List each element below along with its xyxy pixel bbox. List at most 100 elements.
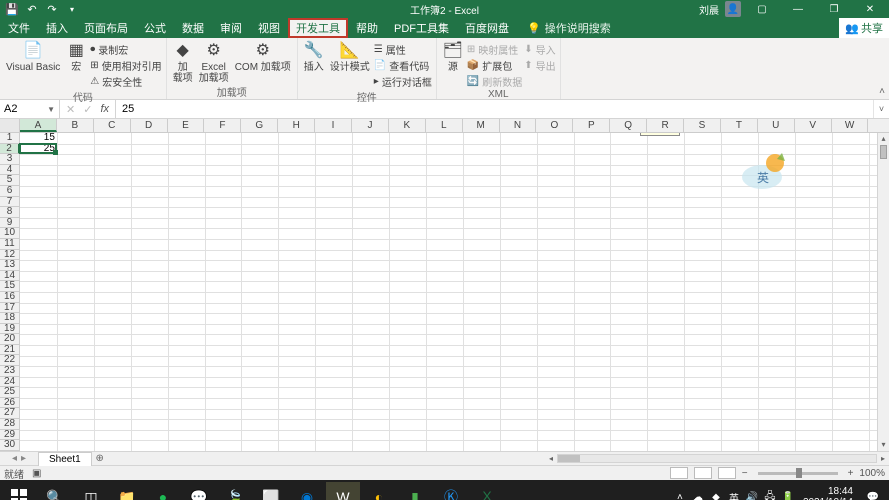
zoom-slider-thumb[interactable] [796, 468, 802, 478]
tab-help[interactable]: 帮助 [348, 18, 386, 38]
use-relative-refs-button[interactable]: ⊞使用相对引用 [90, 58, 161, 73]
column-header-U[interactable]: U [758, 119, 795, 132]
tab-formulas[interactable]: 公式 [136, 18, 174, 38]
tray-network-icon[interactable]: 🖧 [763, 490, 777, 500]
minimize-icon[interactable]: — [783, 0, 813, 18]
tab-view[interactable]: 视图 [250, 18, 288, 38]
column-header-S[interactable]: S [684, 119, 721, 132]
tab-review[interactable]: 审阅 [212, 18, 250, 38]
properties-button[interactable]: ☰属性 [374, 42, 432, 57]
ribbon-display-options-icon[interactable]: ▢ [747, 0, 777, 18]
vscroll-thumb[interactable] [880, 145, 887, 159]
sheet-nav[interactable]: ◂▸ [0, 453, 38, 464]
expansion-packs-button[interactable]: 📦扩展包 [467, 58, 522, 73]
insert-function-icon[interactable]: fx [100, 103, 109, 115]
design-mode-button[interactable]: 📐 设计模式 [328, 40, 372, 73]
tab-developer[interactable]: 开发工具 [288, 18, 348, 38]
close-icon[interactable]: ✕ [855, 0, 885, 18]
sheet-tab-sheet1[interactable]: Sheet1 [38, 452, 92, 466]
qat-customize-icon[interactable]: ▾ [66, 3, 78, 15]
excel-taskbar-icon[interactable]: X [470, 482, 504, 500]
edge-icon[interactable]: ◉ [290, 482, 324, 500]
undo-icon[interactable]: ↶ [26, 3, 38, 15]
column-header-B[interactable]: B [57, 119, 94, 132]
taskbar-app-3[interactable]: 🍃 [218, 482, 252, 500]
select-all-button[interactable] [0, 119, 20, 132]
expand-formula-bar-icon[interactable]: ˅ [873, 100, 889, 118]
search-icon[interactable]: 🔍 [38, 482, 72, 500]
row-header-1[interactable]: 1 [0, 133, 20, 144]
macros-button[interactable]: ▦ 宏 [64, 40, 88, 73]
start-button[interactable] [2, 482, 36, 500]
taskbar-app-7[interactable]: ▮ [398, 482, 432, 500]
view-code-button[interactable]: 📄查看代码 [374, 58, 432, 73]
visual-basic-button[interactable]: 📄 Visual Basic [4, 40, 62, 73]
column-header-J[interactable]: J [352, 119, 389, 132]
taskbar-app-8[interactable]: Ⓚ [434, 482, 468, 500]
tray-ime-icon[interactable]: 英 [727, 490, 741, 500]
tab-baidu-pan[interactable]: 百度网盘 [457, 18, 517, 38]
taskbar-app-4[interactable]: ⬜ [254, 482, 288, 500]
taskbar-app-6[interactable]: ◐ [362, 482, 396, 500]
hscroll-track[interactable] [557, 454, 877, 463]
record-macro-button[interactable]: ⏺录制宏 [90, 42, 161, 57]
hscroll-thumb[interactable] [558, 455, 580, 462]
column-header-M[interactable]: M [463, 119, 500, 132]
restore-icon[interactable]: ❐ [819, 0, 849, 18]
column-header-H[interactable]: H [278, 119, 315, 132]
share-button[interactable]: 👥 共享 [839, 18, 889, 38]
action-center-icon[interactable]: 💬 [861, 483, 885, 500]
xml-source-button[interactable]: 🗂 源 [441, 40, 465, 73]
normal-view-icon[interactable] [670, 467, 688, 479]
user-name[interactable]: 刘晨 [699, 2, 719, 17]
zoom-percentage[interactable]: 100% [859, 468, 885, 479]
column-header-E[interactable]: E [168, 119, 205, 132]
taskbar-app-5[interactable]: W [326, 482, 360, 500]
redo-icon[interactable]: ↷ [46, 3, 58, 15]
taskbar-clock[interactable]: 18:44 2021/10/14 [799, 486, 857, 500]
tray-app-icon[interactable]: ◆ [709, 490, 723, 500]
taskbar-app-2[interactable]: 💬 [182, 482, 216, 500]
column-header-L[interactable]: L [426, 119, 463, 132]
column-header-C[interactable]: C [94, 119, 131, 132]
column-header-F[interactable]: F [204, 119, 241, 132]
tab-page-layout[interactable]: 页面布局 [76, 18, 136, 38]
task-view-icon[interactable]: ◫ [74, 482, 108, 500]
tray-cloud-icon[interactable]: ☁ [691, 490, 705, 500]
column-header-W[interactable]: W [832, 119, 869, 132]
zoom-out-icon[interactable]: − [742, 468, 748, 479]
zoom-in-icon[interactable]: + [848, 468, 854, 479]
taskbar-app-1[interactable]: ● [146, 482, 180, 500]
tab-data[interactable]: 数据 [174, 18, 212, 38]
column-header-K[interactable]: K [389, 119, 426, 132]
formula-input[interactable]: 25 [116, 100, 873, 118]
name-box-dropdown-icon[interactable]: ▼ [47, 105, 55, 114]
column-header-V[interactable]: V [795, 119, 832, 132]
row-header-16[interactable]: 16 [0, 292, 20, 303]
row-header-6[interactable]: 6 [0, 186, 20, 197]
excel-addins-button[interactable]: ⚙ Excel 加载项 [197, 40, 231, 84]
row-header-11[interactable]: 11 [0, 239, 20, 250]
zoom-slider[interactable] [758, 472, 838, 475]
tab-insert[interactable]: 插入 [38, 18, 76, 38]
name-box[interactable]: A2 ▼ [0, 100, 60, 118]
column-header-O[interactable]: O [536, 119, 573, 132]
cell-A2[interactable]: 25 [20, 144, 57, 155]
file-explorer-icon[interactable]: 📁 [110, 482, 144, 500]
user-avatar-icon[interactable]: 👤 [725, 1, 741, 17]
vertical-scrollbar[interactable]: ▴ ▾ [877, 133, 889, 451]
tab-file[interactable]: 文件 [0, 18, 38, 38]
com-addins-button[interactable]: ⚙ COM 加载项 [233, 40, 293, 73]
insert-control-button[interactable]: 🔧 插入 [302, 40, 326, 73]
tab-pdf-tools[interactable]: PDF工具集 [386, 18, 457, 38]
cells-area[interactable]: 编辑栏 15 25 英 [20, 133, 877, 451]
column-header-P[interactable]: P [573, 119, 610, 132]
tell-me-search[interactable]: 💡 操作说明搜索 [527, 20, 611, 36]
macro-record-status-icon[interactable]: ▣ [32, 468, 41, 479]
vscroll-track[interactable] [878, 145, 889, 439]
column-header-N[interactable]: N [500, 119, 537, 132]
sheet-next-icon[interactable]: ▸ [21, 453, 26, 464]
collapse-ribbon-icon[interactable]: ˄ [879, 86, 885, 97]
column-header-I[interactable]: I [315, 119, 352, 132]
macro-security-button[interactable]: ⚠宏安全性 [90, 74, 161, 89]
